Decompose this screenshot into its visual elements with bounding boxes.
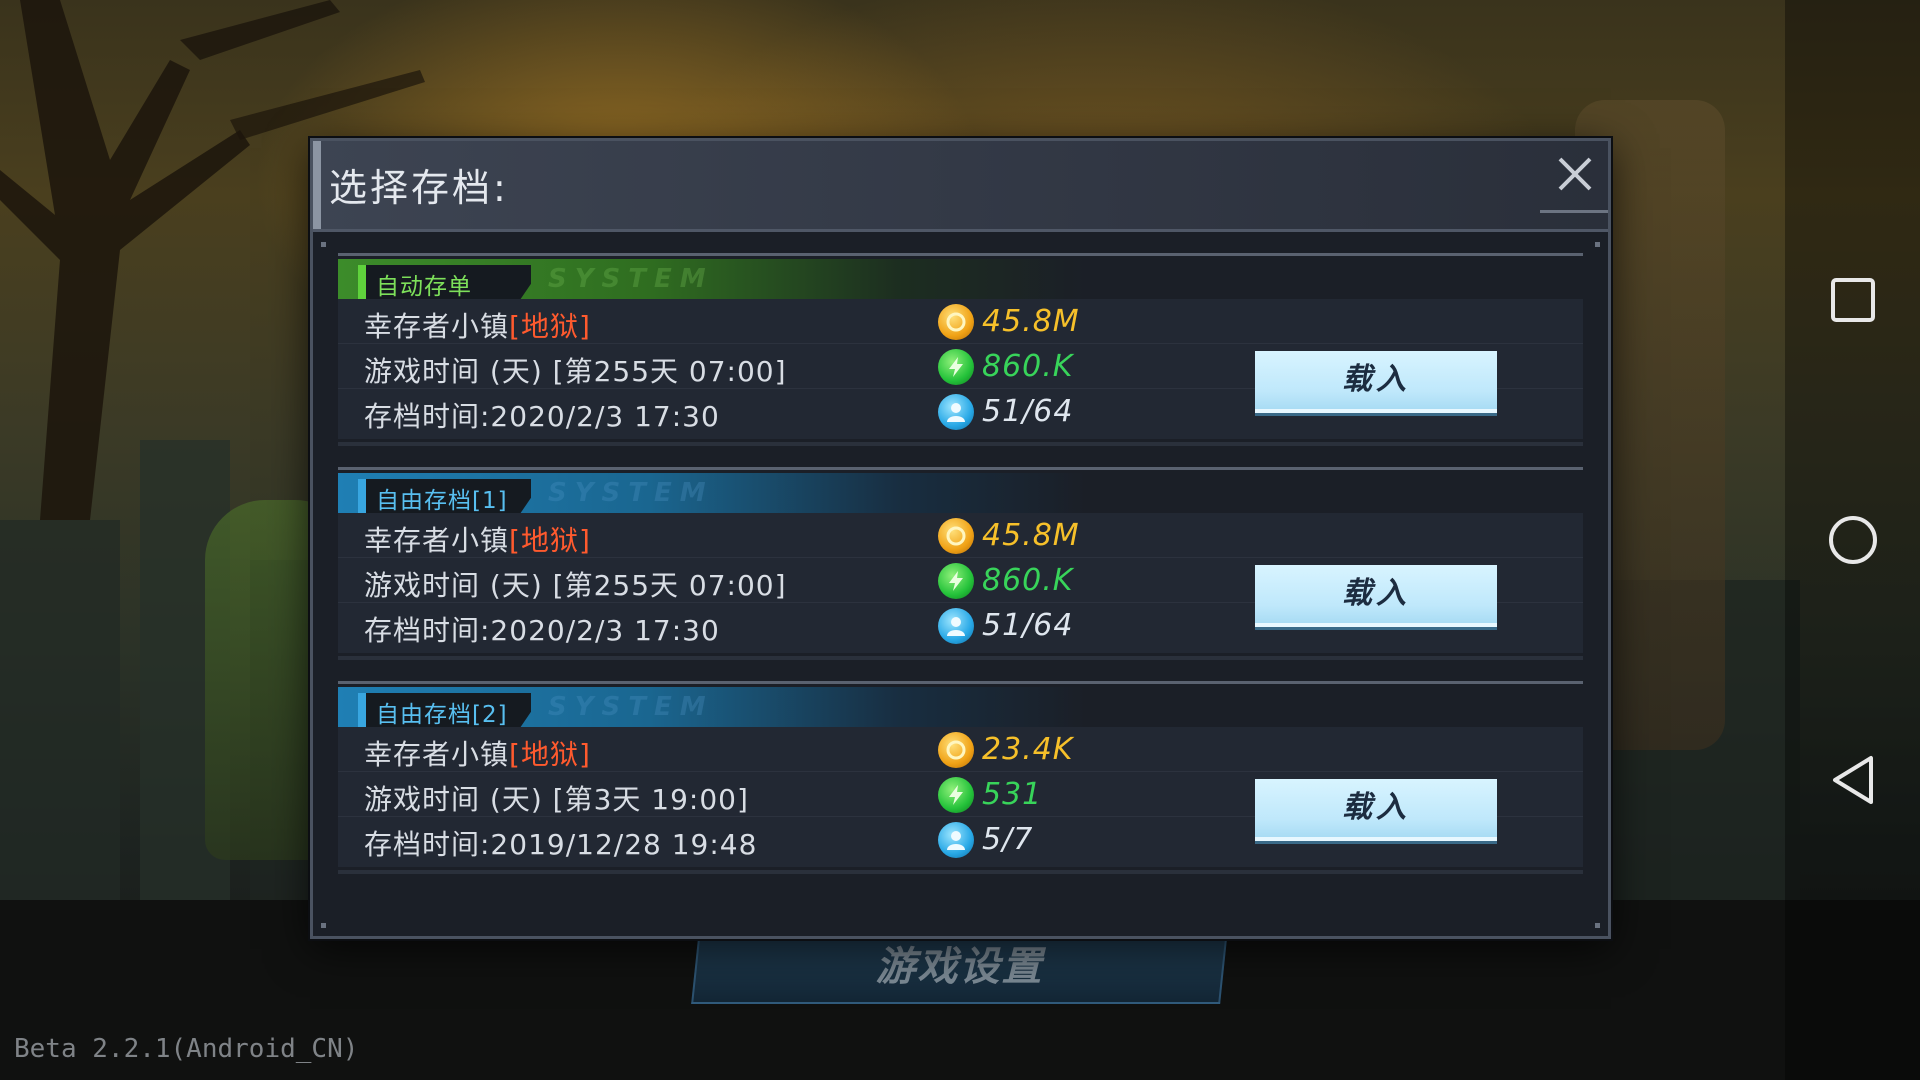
game-screen: 游戏设置 Beta 2.2.1(Android_CN) 选择存档: 自动存单 S… (0, 0, 1920, 1080)
slot-header: 自动存单 SYSTEM (338, 259, 1583, 299)
square-icon[interactable] (1825, 272, 1881, 328)
circle-icon[interactable] (1825, 512, 1881, 568)
energy-value: 860.K (982, 349, 1074, 384)
slot-location: 幸存者小镇[地狱] (364, 738, 591, 771)
android-nav-bar (1785, 0, 1920, 1080)
energy-icon (938, 563, 974, 599)
energy-icon (938, 349, 974, 385)
coin-icon (938, 518, 974, 554)
population-value: 51/64 (982, 608, 1074, 643)
slot-save-time: 存档时间:2020/2/3 17:30 (364, 400, 720, 433)
coin-value: 23.4K (982, 732, 1074, 767)
version-label: Beta 2.2.1(Android_CN) (14, 1034, 359, 1064)
load-button[interactable]: 载入 (1255, 565, 1497, 627)
slot-tag-label: 自由存档[1] (376, 488, 508, 514)
coin-icon (938, 304, 974, 340)
coin-value: 45.8M (982, 518, 1080, 553)
triangle-back-icon[interactable] (1825, 752, 1881, 808)
coin-icon (938, 732, 974, 768)
save-slot-auto: 自动存单 SYSTEM 幸存者小镇[地狱] 45.8M 游戏时间 (天) [第2… (338, 253, 1583, 449)
slot-tag-label: 自由存档[2] (376, 702, 508, 728)
population-value: 51/64 (982, 394, 1074, 429)
slot-save-time: 存档时间:2020/2/3 17:30 (364, 614, 720, 647)
slot-game-time: 游戏时间 (天) [第255天 07:00] (364, 569, 787, 602)
load-button-label: 载入 (1342, 790, 1410, 825)
slot-header: 自由存档[1] SYSTEM (338, 473, 1583, 513)
slot-info-panel: 幸存者小镇[地狱] 45.8M 游戏时间 (天) [第255天 07:00] 8… (338, 299, 1583, 439)
population-value: 5/7 (982, 822, 1034, 857)
slot-location: 幸存者小镇[地狱] (364, 310, 591, 343)
energy-value: 531 (982, 777, 1043, 812)
game-settings-button[interactable]: 游戏设置 (691, 930, 1228, 1004)
slot-watermark: SYSTEM (548, 692, 714, 722)
dialog-title: 选择存档: (329, 166, 509, 210)
difficulty-label: [地狱] (509, 738, 591, 771)
save-slot-1: 自由存档[1] SYSTEM 幸存者小镇[地狱] 45.8M 游戏时间 (天) … (338, 467, 1583, 663)
load-button[interactable]: 载入 (1255, 351, 1497, 413)
save-select-dialog: 选择存档: 自动存单 SYSTEM 幸存者小镇[地狱] 45.8M 游戏时间 (… (310, 138, 1611, 939)
slot-game-time: 游戏时间 (天) [第255天 07:00] (364, 355, 787, 388)
slot-info-panel: 幸存者小镇[地狱] 23.4K 游戏时间 (天) [第3天 19:00] 531 (338, 727, 1583, 867)
population-icon (938, 608, 974, 644)
slot-save-time: 存档时间:2019/12/28 19:48 (364, 828, 758, 861)
slot-tag: 自动存单 (358, 265, 531, 299)
difficulty-label: [地狱] (509, 524, 591, 557)
load-button[interactable]: 载入 (1255, 779, 1497, 841)
game-settings-label: 游戏设置 (875, 944, 1044, 990)
slot-watermark: SYSTEM (548, 264, 714, 294)
population-icon (938, 394, 974, 430)
save-slot-2: 自由存档[2] SYSTEM 幸存者小镇[地狱] 23.4K 游戏时间 (天) … (338, 681, 1583, 877)
population-icon (938, 822, 974, 858)
coin-value: 45.8M (982, 304, 1080, 339)
load-button-label: 载入 (1342, 362, 1410, 397)
load-button-label: 载入 (1342, 576, 1410, 611)
slot-tag: 自由存档[2] (358, 693, 531, 727)
close-icon (1558, 157, 1592, 191)
dialog-body: 自动存单 SYSTEM 幸存者小镇[地狱] 45.8M 游戏时间 (天) [第2… (313, 232, 1608, 936)
slot-watermark: SYSTEM (548, 478, 714, 508)
difficulty-label: [地狱] (509, 310, 591, 343)
close-button[interactable] (1540, 141, 1608, 213)
dialog-header: 选择存档: (313, 141, 1608, 232)
slot-info-panel: 幸存者小镇[地狱] 45.8M 游戏时间 (天) [第255天 07:00] 8… (338, 513, 1583, 653)
slot-game-time: 游戏时间 (天) [第3天 19:00] (364, 783, 749, 816)
header-accent (313, 141, 321, 229)
slot-tag: 自由存档[1] (358, 479, 531, 513)
energy-icon (938, 777, 974, 813)
energy-value: 860.K (982, 563, 1074, 598)
slot-tag-label: 自动存单 (376, 274, 472, 300)
slot-location: 幸存者小镇[地狱] (364, 524, 591, 557)
slot-header: 自由存档[2] SYSTEM (338, 687, 1583, 727)
